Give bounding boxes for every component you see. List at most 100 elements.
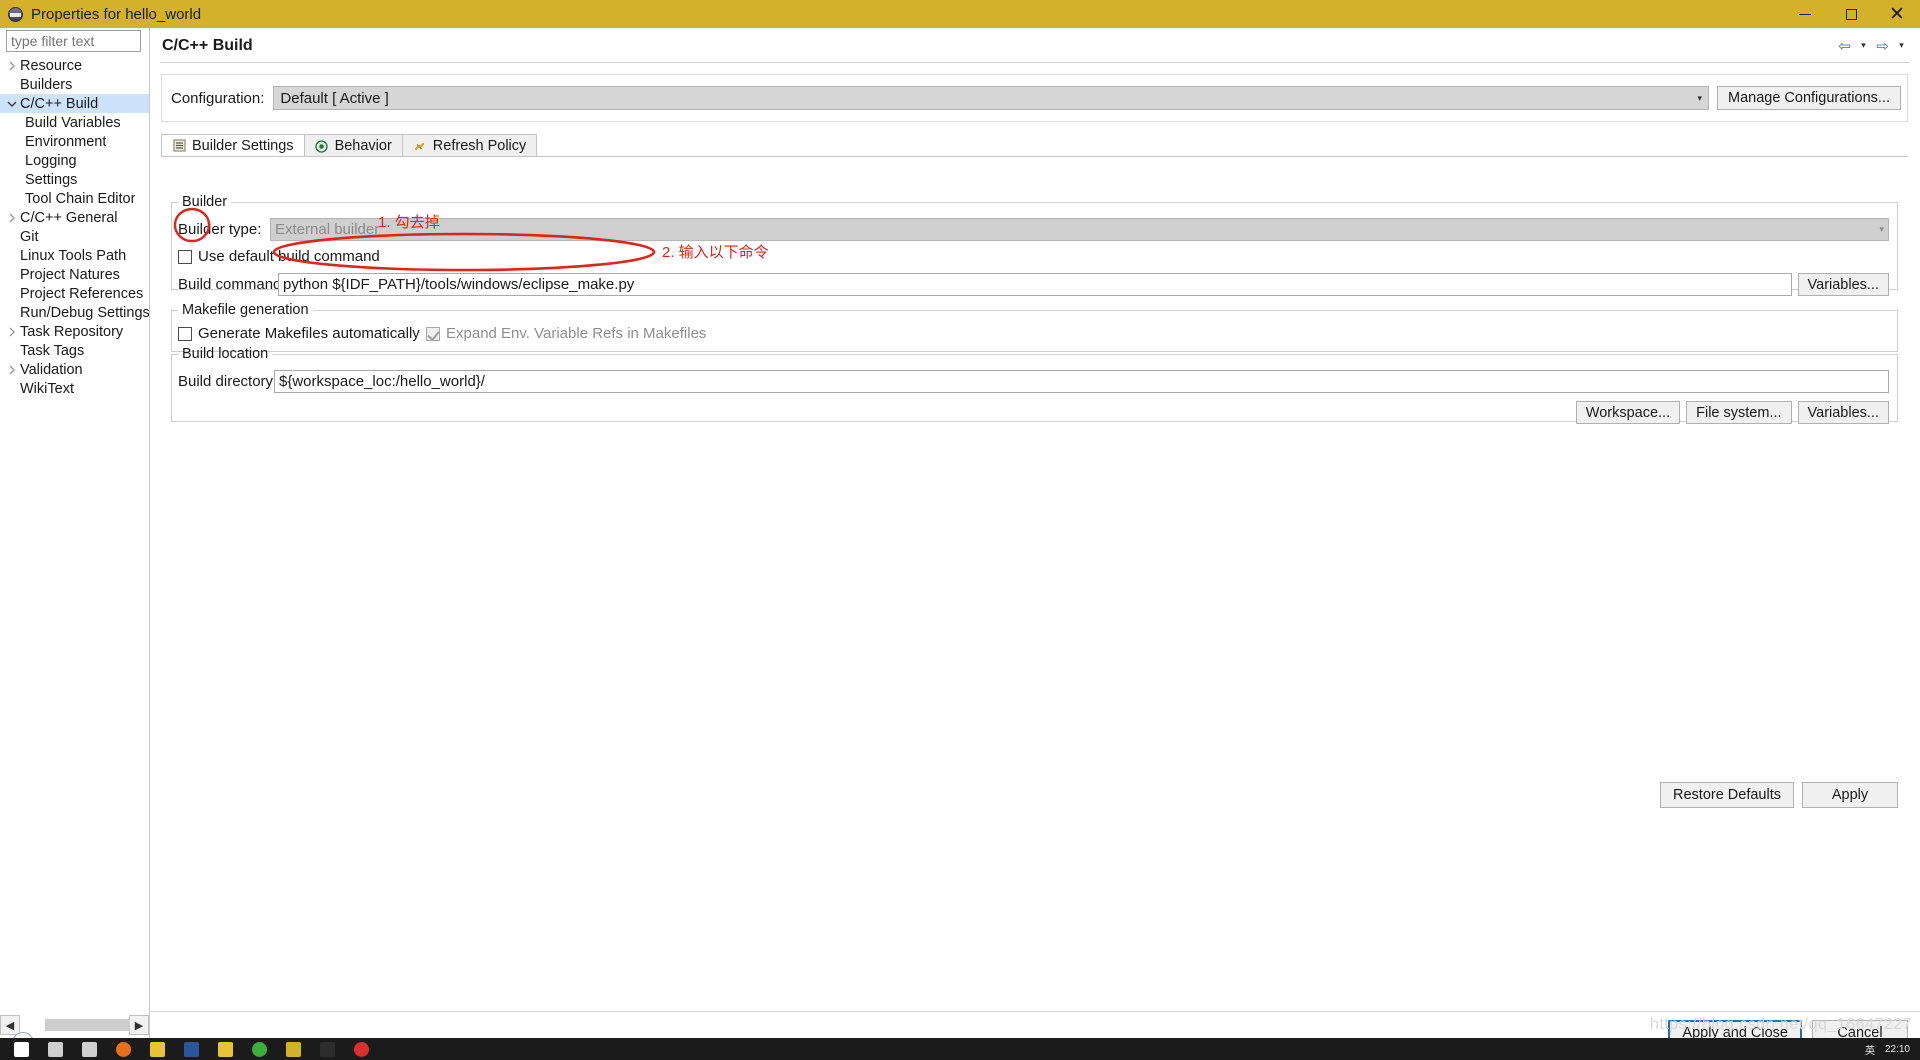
explorer-icon[interactable] <box>140 1038 174 1060</box>
explorer-icon-glyph <box>149 1041 165 1057</box>
folder-icon[interactable] <box>208 1038 242 1060</box>
forward-dropdown-icon[interactable]: ▾ <box>1893 36 1910 56</box>
close-button[interactable]: ✕ <box>1874 0 1920 28</box>
restore-defaults-button[interactable]: Restore Defaults <box>1660 782 1794 808</box>
annotation-note-2: 2. 输入以下命令 <box>662 244 769 261</box>
scroll-right-icon[interactable]: ▶ <box>129 1015 149 1035</box>
maximize-button[interactable] <box>1828 0 1874 28</box>
builder-group: Builder Builder type: External builder ▾… <box>171 194 1898 296</box>
build-command-variables-button[interactable]: Variables... <box>1797 273 1889 296</box>
configuration-box: Configuration: Default [ Active ] ▾ Mana… <box>161 74 1908 122</box>
eclipse-icon[interactable] <box>276 1038 310 1060</box>
target-dot-icon <box>315 139 329 153</box>
sidebar-item-run-debug-settings[interactable]: Run/Debug Settings <box>0 303 149 322</box>
sidebar-item-task-repository[interactable]: Task Repository <box>0 322 149 341</box>
sidebar-item-c-c-general[interactable]: C/C++ General <box>0 208 149 227</box>
page-navigation-tools: ⇦ ▾ ⇨ ▾ <box>1836 36 1920 56</box>
back-dropdown-icon[interactable]: ▾ <box>1855 36 1872 56</box>
forward-arrow-icon[interactable]: ⇨ <box>1874 36 1891 56</box>
sidebar-item-label: Tool Chain Editor <box>25 190 136 207</box>
restore-apply-row: Restore Defaults Apply <box>1660 782 1898 808</box>
system-tray[interactable]: 英 22:10 <box>1865 1042 1916 1057</box>
makefile-generation-group: Makefile generation Generate Makefiles a… <box>171 302 1898 352</box>
sidebar-item-validation[interactable]: Validation <box>0 360 149 379</box>
generate-makefiles-row: Generate Makefiles automatically <box>178 325 420 342</box>
settings-tab-bar[interactable]: Builder Settings Behavior Refresh Policy <box>161 134 538 157</box>
sidebar-item-tool-chain-editor[interactable]: Tool Chain Editor <box>0 189 149 208</box>
sidebar-item-build-variables[interactable]: Build Variables <box>0 113 149 132</box>
wechat-icon[interactable] <box>242 1038 276 1060</box>
build-location-legend: Build location <box>182 346 269 362</box>
use-default-build-command-checkbox[interactable] <box>178 249 192 264</box>
sidebar-item-git[interactable]: Git <box>0 227 149 246</box>
scroll-track[interactable] <box>20 1019 130 1031</box>
word-icon[interactable] <box>174 1038 208 1060</box>
chevron-down-icon[interactable] <box>4 100 20 108</box>
tab-label: Behavior <box>334 138 392 154</box>
chevron-right-icon[interactable] <box>4 327 20 337</box>
terminal-icon-glyph <box>319 1041 335 1057</box>
tab-refresh-policy[interactable]: Refresh Policy <box>401 134 538 157</box>
opera-icon[interactable] <box>344 1038 378 1060</box>
wechat-icon-glyph <box>251 1041 267 1057</box>
builder-type-select[interactable]: External builder ▾ <box>270 218 1889 241</box>
sidebar-item-label: Logging <box>25 152 77 169</box>
build-directory-value: ${workspace_loc:/hello_world}/ <box>279 373 485 390</box>
file-system-button[interactable]: File system... <box>1686 401 1792 424</box>
chevron-right-icon[interactable] <box>4 61 20 71</box>
sidebar-item-project-natures[interactable]: Project Natures <box>0 265 149 284</box>
build-directory-input[interactable]: ${workspace_loc:/hello_world}/ <box>274 370 1889 393</box>
filter-input[interactable] <box>6 30 141 52</box>
expand-env-label: Expand Env. Variable Refs in Makefiles <box>446 325 707 342</box>
minimize-button[interactable] <box>1782 0 1828 28</box>
chevron-down-icon: ▾ <box>1697 92 1702 103</box>
search-icon[interactable] <box>38 1038 72 1060</box>
terminal-icon[interactable] <box>310 1038 344 1060</box>
sidebar-item-project-references[interactable]: Project References <box>0 284 149 303</box>
builder-type-value: External builder <box>275 221 380 238</box>
sidebar-item-resource[interactable]: Resource <box>0 56 149 75</box>
scroll-thumb[interactable] <box>45 1019 130 1031</box>
annotation-note-1: 1. 勾去掉 <box>378 214 440 231</box>
apply-button[interactable]: Apply <box>1802 782 1898 808</box>
chevron-right-icon[interactable] <box>4 365 20 375</box>
settings-content-panel: C/C++ Build ⇦ ▾ ⇨ ▾ Configuration: Defau… <box>150 28 1920 1060</box>
build-command-input[interactable]: python ${IDF_PATH}/tools/windows/eclipse… <box>278 273 1792 296</box>
windows-taskbar[interactable]: 英 22:10 <box>0 1038 1920 1060</box>
configuration-select[interactable]: Default [ Active ] ▾ <box>273 86 1709 110</box>
sidebar-item-c-c-build[interactable]: C/C++ Build <box>0 94 149 113</box>
start-button[interactable] <box>4 1038 38 1060</box>
sidebar-item-wikitext[interactable]: WikiText <box>0 379 149 398</box>
sidebar-item-label: Project References <box>20 285 144 302</box>
settings-tree[interactable]: Resource Builders C/C++ Build Build Variabl… <box>0 56 149 1014</box>
sidebar-item-logging[interactable]: Logging <box>0 151 149 170</box>
tab-behavior[interactable]: Behavior <box>303 134 403 157</box>
build-location-group: Build location Build directory: ${worksp… <box>171 346 1898 424</box>
firefox-icon-glyph <box>115 1041 131 1057</box>
firefox-icon[interactable] <box>106 1038 140 1060</box>
sidebar-item-environment[interactable]: Environment <box>0 132 149 151</box>
search-icon-glyph <box>47 1041 63 1057</box>
footer-divider <box>150 1011 1920 1012</box>
sidebar-item-settings[interactable]: Settings <box>0 170 149 189</box>
settings-navigation-panel: Resource Builders C/C++ Build Build Variabl… <box>0 28 150 1060</box>
sidebar-item-label: WikiText <box>20 380 74 397</box>
tab-builder-settings[interactable]: Builder Settings <box>161 134 305 157</box>
build-location-variables-button[interactable]: Variables... <box>1797 401 1889 424</box>
sidebar-item-builders[interactable]: Builders <box>0 75 149 94</box>
workspace-button[interactable]: Workspace... <box>1575 401 1681 424</box>
folder-icon-glyph <box>217 1041 233 1057</box>
start-button-glyph <box>13 1041 29 1057</box>
back-arrow-icon[interactable]: ⇦ <box>1836 36 1853 56</box>
scroll-left-icon[interactable]: ◀ <box>0 1015 20 1035</box>
task-view-icon-glyph <box>81 1041 97 1057</box>
ime-indicator[interactable]: 英 <box>1865 1042 1875 1057</box>
sidebar-item-linux-tools-path[interactable]: Linux Tools Path <box>0 246 149 265</box>
chevron-right-icon[interactable] <box>4 213 20 223</box>
manage-configurations-button[interactable]: Manage Configurations... <box>1716 86 1901 110</box>
clock[interactable]: 22:10 <box>1885 1044 1910 1055</box>
window-title-bar[interactable]: Properties for hello_world ✕ <box>0 0 1920 28</box>
task-view-icon[interactable] <box>72 1038 106 1060</box>
generate-makefiles-checkbox[interactable] <box>178 326 192 341</box>
sidebar-item-task-tags[interactable]: Task Tags <box>0 341 149 360</box>
